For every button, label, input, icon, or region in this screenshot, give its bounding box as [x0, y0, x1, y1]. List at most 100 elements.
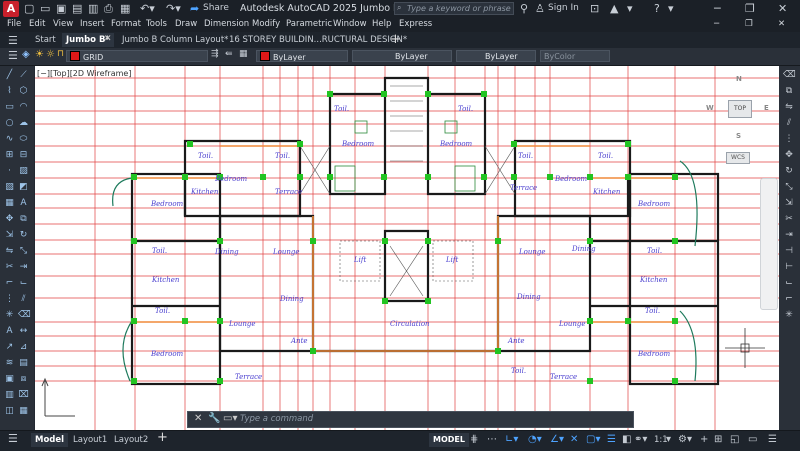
command-line[interactable]: ✕ 🔧 ▭▾ Type a command	[187, 411, 634, 428]
plot-icon[interactable]: ⎙	[104, 2, 113, 16]
purge-tool-icon[interactable]: ⌧	[18, 390, 29, 401]
copy-icon[interactable]: ⧉	[783, 86, 795, 97]
print-icon[interactable]: ▦	[120, 2, 130, 15]
layout-menu-icon[interactable]: ☰	[8, 432, 18, 445]
menu-draw[interactable]: Draw	[175, 19, 197, 29]
hamburger-menu-icon[interactable]: ☰	[8, 34, 18, 47]
explode-tool-icon[interactable]: ✳	[4, 310, 15, 321]
viewport-controls[interactable]: [−][Top][2D Wireframe]	[37, 69, 131, 78]
offset-tool-icon[interactable]: ⫽	[18, 294, 29, 305]
recent-commands-icon[interactable]: ▭▾	[223, 413, 237, 424]
properties-tool-icon[interactable]: ▤	[18, 358, 29, 369]
transparency-icon[interactable]: ◧	[622, 434, 631, 445]
rectangle-tool-icon[interactable]: ▭	[4, 102, 15, 113]
autocad-logo-icon[interactable]: A	[3, 1, 19, 17]
menu-help[interactable]: Help	[372, 19, 391, 29]
tab-close-icon[interactable]: ✕	[104, 34, 112, 44]
layer-on-icon[interactable]: ☀	[35, 49, 44, 60]
array-tool-icon[interactable]: ⋮	[4, 294, 15, 305]
menu-express[interactable]: Express	[399, 19, 432, 29]
menu-file[interactable]: File	[7, 19, 21, 29]
menu-dimension[interactable]: Dimension	[204, 19, 249, 29]
text-tool-icon[interactable]: A	[4, 326, 15, 337]
doc-minimize-icon[interactable]: ─	[714, 19, 719, 29]
gradient-tool-icon[interactable]: ▧	[4, 182, 15, 193]
line-tool-icon[interactable]: ╱	[4, 70, 15, 81]
move-icon[interactable]: ✥	[783, 150, 795, 161]
hatch-tool-icon[interactable]: ▨	[18, 166, 29, 177]
layer-tool-icon[interactable]: ≋	[4, 358, 15, 369]
design-center-icon[interactable]: ◫	[4, 406, 15, 417]
save-icon[interactable]: ▣	[56, 2, 66, 15]
stretch-icon[interactable]: ⇲	[783, 198, 795, 209]
chamfer-tool-icon[interactable]: ⌙	[18, 278, 29, 289]
copy-tool-icon[interactable]: ⧉	[18, 214, 29, 225]
viewcube-south[interactable]: S	[736, 132, 741, 140]
multiline-text-icon[interactable]: A	[18, 198, 29, 209]
search-input[interactable]: Type a keyword or phrase	[394, 2, 514, 15]
command-customize-icon[interactable]: 🔧	[208, 413, 220, 424]
calculator-tool-icon[interactable]: ▥	[4, 390, 15, 401]
minimize-icon[interactable]: ─	[714, 2, 721, 15]
redo-icon[interactable]: ↷▾	[166, 2, 181, 15]
erase-icon[interactable]: ⌫	[783, 70, 796, 81]
tab-16-storey-building[interactable]: 16 STOREY BUILDIN...RUCTURAL DESIGN*	[225, 33, 411, 47]
open-web-icon[interactable]: ▥	[88, 2, 98, 15]
layer-thaw-icon[interactable]: ☼	[46, 49, 55, 60]
move-tool-icon[interactable]: ✥	[4, 214, 15, 225]
tab-jumbo-b-column-layout[interactable]: Jumbo B Column Layout*	[118, 33, 232, 47]
menu-edit[interactable]: Edit	[29, 19, 45, 29]
open-file-icon[interactable]: ▭	[40, 2, 50, 15]
new-tab-icon[interactable]: +	[390, 32, 401, 47]
fillet-tool-icon[interactable]: ⌐	[4, 278, 15, 289]
scale-tool-icon[interactable]: ⤡	[18, 246, 29, 257]
rotate-tool-icon[interactable]: ↻	[18, 230, 29, 241]
add-layout-icon[interactable]: +	[157, 430, 168, 445]
offset-icon[interactable]: ⫽	[783, 118, 795, 129]
menu-modify[interactable]: Modify	[252, 19, 280, 29]
polygon-tool-icon[interactable]: ⬡	[18, 86, 29, 97]
layer-previous-icon[interactable]: ⇚	[225, 49, 233, 59]
cart-icon[interactable]: ⊡	[590, 2, 599, 15]
share-icon[interactable]: ➦	[190, 2, 199, 15]
polar-tracking-icon[interactable]: ◔▾	[528, 434, 542, 445]
chamfer-icon[interactable]: ⌙	[783, 278, 795, 289]
join-icon[interactable]: ⊢	[783, 262, 795, 273]
circle-tool-icon[interactable]: ○	[4, 118, 15, 129]
snap-mode-icon[interactable]: ⋯	[487, 434, 497, 445]
group-tool-icon[interactable]: ▣	[4, 374, 15, 385]
menu-insert[interactable]: Insert	[80, 19, 104, 29]
user-icon[interactable]: ♙	[535, 2, 545, 15]
scale-dropdown-icon[interactable]: ▾	[666, 434, 671, 445]
construction-line-icon[interactable]: ⟋	[18, 70, 29, 81]
object-snap-icon[interactable]: ▢▾	[586, 434, 600, 445]
isodraft-icon[interactable]: ∠▾	[550, 434, 564, 445]
rotate-icon[interactable]: ↻	[783, 166, 795, 177]
units-icon[interactable]: ⊞	[714, 434, 722, 445]
extend-icon[interactable]: ⇥	[783, 230, 795, 241]
make-block-icon[interactable]: ⊟	[18, 150, 29, 161]
menu-view[interactable]: View	[53, 19, 73, 29]
extend-tool-icon[interactable]: ⇥	[18, 262, 29, 273]
match-properties-icon[interactable]: ⇶	[211, 49, 219, 59]
insert-block-icon[interactable]: ⊞	[4, 150, 15, 161]
stretch-tool-icon[interactable]: ⇲	[4, 230, 15, 241]
annotation-monitor-icon[interactable]: +	[700, 434, 708, 445]
region-tool-icon[interactable]: ◩	[18, 182, 29, 193]
doc-close-icon[interactable]: ✕	[778, 19, 785, 29]
clean-screen-icon[interactable]: ▭	[748, 434, 757, 445]
menu-tools[interactable]: Tools	[146, 19, 167, 29]
lineweight-dropdown[interactable]: ByLayer	[456, 50, 536, 62]
lineweight-icon[interactable]: ☰	[607, 434, 616, 445]
mirror-icon[interactable]: ⇋	[783, 102, 795, 113]
wcs-menu[interactable]: WCS	[726, 152, 750, 164]
spline-tool-icon[interactable]: ∿	[4, 134, 15, 145]
viewcube-north[interactable]: N	[736, 75, 742, 83]
ribbon-toggle-icon[interactable]: ☰	[8, 49, 18, 62]
revcloud-tool-icon[interactable]: ☁	[18, 118, 29, 129]
arc-tool-icon[interactable]: ◠	[18, 102, 29, 113]
ortho-icon[interactable]: ∟▾	[505, 434, 518, 445]
model-space-toggle[interactable]: MODEL	[429, 433, 469, 447]
sign-in-button[interactable]: Sign In	[548, 3, 579, 13]
tab-layout2[interactable]: Layout2	[110, 433, 152, 447]
